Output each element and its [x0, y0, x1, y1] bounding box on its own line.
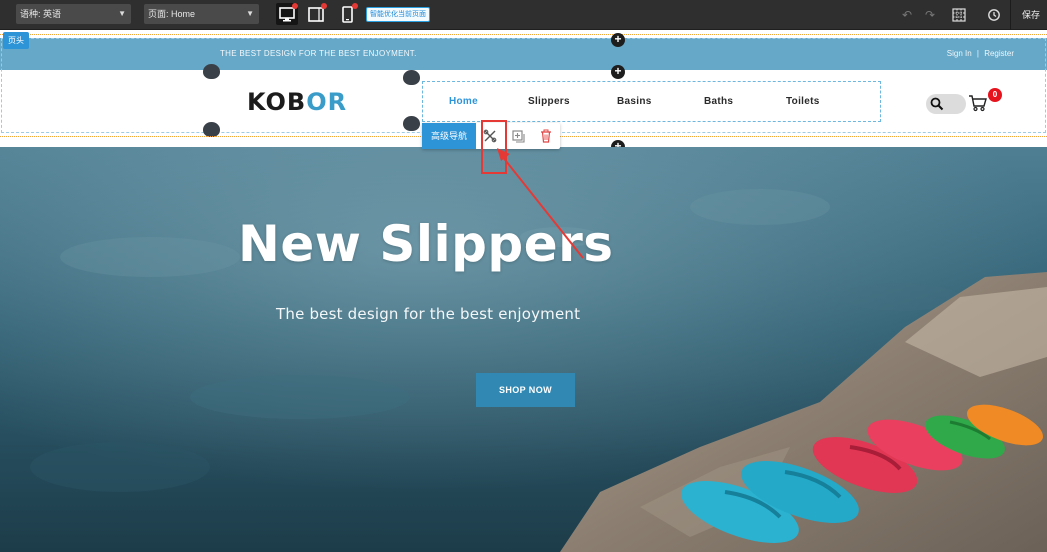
nav-item-home[interactable]: Home — [449, 96, 478, 107]
cart-count-badge: 0 — [988, 88, 1002, 102]
status-dot — [292, 3, 298, 9]
nav-item-toilets[interactable]: Toilets — [786, 96, 820, 107]
hero-banner: New Slippers The best design for the bes… — [0, 147, 1047, 552]
shop-now-button[interactable]: SHOP NOW — [476, 373, 575, 407]
plus-icon[interactable]: + — [611, 33, 625, 47]
hero-title: New Slippers — [238, 215, 614, 273]
smart-optimize-button[interactable]: 智能优化当前页面 — [366, 7, 430, 22]
status-dot — [321, 3, 327, 9]
save-button[interactable]: 保存 — [1015, 0, 1047, 30]
nav-item-basins[interactable]: Basins — [617, 96, 652, 107]
editor-canvas: THE BEST DESIGN FOR THE BEST ENJOYMENT. … — [0, 30, 1047, 552]
language-select-label: 语种: 英语 — [20, 9, 62, 19]
logo-text-accent: OR — [306, 88, 348, 116]
undo-icon[interactable]: ↶ — [898, 6, 916, 24]
search-toggle[interactable] — [926, 94, 966, 114]
search-icon — [930, 97, 944, 111]
editor-toolbar: 语种: 英语 ▼ 页面: Home ▼ 智能优化当前页面 ↶ ↷ 保存 — [0, 0, 1047, 30]
desktop-view-button[interactable] — [276, 3, 298, 25]
resize-handle[interactable] — [403, 116, 420, 131]
resize-handle[interactable] — [203, 64, 220, 79]
grid-icon[interactable] — [950, 6, 968, 24]
annotation-highlight-box — [481, 120, 507, 174]
hero-subtitle: The best design for the best enjoyment — [276, 305, 581, 323]
hero-background-image — [0, 147, 1047, 552]
header-tag[interactable]: 页头 — [3, 32, 29, 49]
cart-icon[interactable] — [968, 94, 988, 112]
history-icon[interactable] — [985, 6, 1003, 24]
chevron-down-icon: ▼ — [118, 9, 126, 18]
page-select-label: 页面: Home — [148, 9, 196, 19]
resize-handle[interactable] — [203, 122, 220, 137]
nav-item-slippers[interactable]: Slippers — [528, 96, 570, 107]
logo-text-dark: KOB — [247, 88, 307, 116]
plus-icon[interactable]: + — [611, 65, 625, 79]
language-select[interactable]: 语种: 英语 ▼ — [16, 4, 131, 24]
nav-item-baths[interactable]: Baths — [704, 96, 733, 107]
component-name-label[interactable]: 高级导航 — [422, 123, 476, 149]
toolbar-divider — [1010, 0, 1011, 30]
trash-icon[interactable] — [538, 128, 554, 144]
status-dot — [352, 3, 358, 9]
site-logo[interactable]: KOBOR — [247, 88, 347, 116]
mobile-view-button[interactable] — [336, 3, 358, 25]
page-select[interactable]: 页面: Home ▼ — [144, 4, 259, 24]
redo-icon[interactable]: ↷ — [921, 6, 939, 24]
resize-handle[interactable] — [403, 70, 420, 85]
chevron-down-icon: ▼ — [246, 9, 254, 18]
section-boundary — [0, 34, 1047, 35]
copy-icon[interactable] — [510, 128, 526, 144]
tablet-view-button[interactable] — [305, 3, 327, 25]
